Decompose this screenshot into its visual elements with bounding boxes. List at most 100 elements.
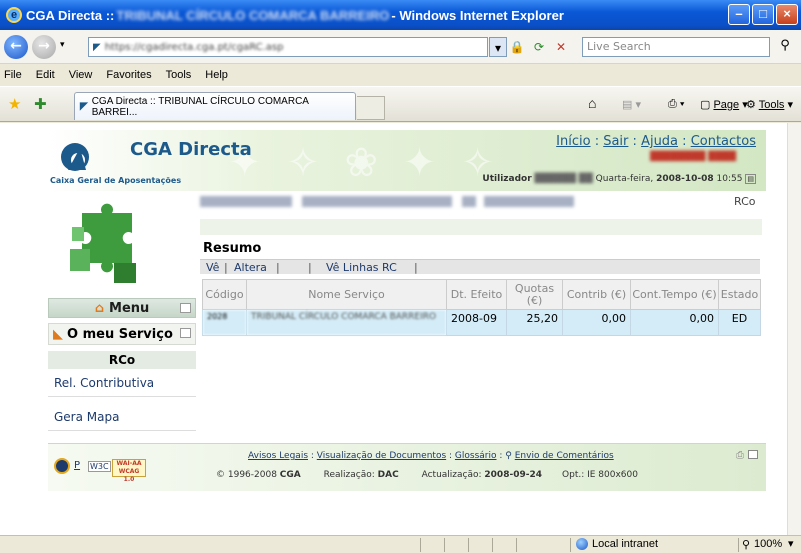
- tools-menu[interactable]: ⚙ Tools ▾: [746, 98, 793, 111]
- address-field[interactable]: ◤ https://cgadirecta.cga.pt/cgaRC.asp: [88, 37, 488, 57]
- browser-window: e CGA Directa :: TRIBUNAL CÍRCULO COMARC…: [0, 0, 801, 553]
- tab-label: CGA Directa :: TRIBUNAL CÍRCULO COMARCA …: [91, 95, 309, 118]
- sidebar-service-header[interactable]: ◣ O meu Serviço: [48, 323, 196, 345]
- title-bar: e CGA Directa :: TRIBUNAL CÍRCULO COMARC…: [0, 0, 801, 30]
- recent-pages-dropdown[interactable]: ▾: [60, 40, 65, 50]
- footer-link-comentarios[interactable]: Envio de Comentários: [515, 451, 614, 461]
- menu-file[interactable]: File: [4, 69, 22, 81]
- status-separator: [492, 538, 493, 552]
- ie-logo-icon: e: [6, 7, 22, 23]
- page-menu[interactable]: ▢ Page ▾: [700, 98, 748, 111]
- sidebar-menu-label: Menu: [109, 300, 150, 316]
- sidebar-menu-header[interactable]: ⌂ Menu: [48, 298, 196, 318]
- print-icon[interactable]: ⎙ ▾: [668, 98, 684, 111]
- col-dt-efeito: Dt. Efeito: [446, 279, 507, 310]
- home-small-icon: ⌂: [94, 300, 105, 316]
- favorites-star-icon[interactable]: ★: [8, 95, 21, 113]
- status-separator: [516, 538, 517, 552]
- vertical-scrollbar[interactable]: [787, 123, 801, 535]
- copyright-text: © 1996-2008: [216, 470, 280, 480]
- maximize-button[interactable]: □: [752, 4, 774, 25]
- minimize-button[interactable]: –: [728, 4, 750, 25]
- search-icon[interactable]: ⚲: [774, 37, 796, 57]
- link-inicio[interactable]: Início: [556, 134, 590, 149]
- new-tab-button[interactable]: [357, 96, 385, 120]
- table-header-row: Código Nome Serviço Dt. Efeito Quotas (€…: [202, 279, 761, 310]
- add-favorites-icon[interactable]: ✚: [34, 95, 47, 113]
- brand-name: CGA Directa: [130, 139, 252, 160]
- search-input[interactable]: Live Search: [582, 37, 770, 57]
- stop-icon[interactable]: ✕: [552, 37, 570, 57]
- tab-bar: ★ ✚ ◤ CGA Directa :: TRIBUNAL CÍRCULO CO…: [0, 86, 801, 122]
- realizacao-value: DAC: [377, 470, 399, 480]
- zoom-dropdown-icon[interactable]: ▾: [788, 537, 794, 550]
- brand-subtitle: Caixa Geral de Aposentações: [50, 176, 182, 185]
- menu-favorites[interactable]: Favorites: [106, 69, 151, 81]
- menu-view[interactable]: View: [69, 69, 93, 81]
- sidebar-item-gera-mapa[interactable]: Gera Mapa: [48, 403, 196, 431]
- address-dropdown[interactable]: ▾: [489, 37, 507, 57]
- window-title-prefix: CGA Directa ::: [26, 7, 115, 23]
- calendar-icon[interactable]: ▤: [745, 174, 756, 184]
- collapse-menu-icon[interactable]: [180, 303, 191, 313]
- action-ve[interactable]: Vê: [206, 261, 219, 274]
- footer-link-visualizacao[interactable]: Visualização de Documentos: [317, 451, 446, 461]
- accessibility-icon[interactable]: [54, 458, 70, 474]
- sidebar-item-rel-contributiva[interactable]: Rel. Contributiva: [48, 369, 196, 397]
- footer-meta: © 1996-2008 CGA Realização: DAC Actualiz…: [216, 470, 638, 480]
- address-toolbar: ← → ▾ ◤ https://cgadirecta.cga.pt/cgaRC.…: [0, 30, 801, 64]
- link-contactos[interactable]: Contactos: [691, 134, 756, 149]
- p-icon[interactable]: P: [74, 460, 80, 471]
- back-button[interactable]: ←: [4, 35, 28, 59]
- menu-edit[interactable]: Edit: [36, 69, 55, 81]
- realizacao-label: Realização:: [323, 470, 378, 480]
- user-id-blurred: ██████ ██: [534, 174, 593, 184]
- feeds-icon[interactable]: ▤ ▾: [622, 98, 641, 111]
- link-ajuda[interactable]: Ajuda: [641, 134, 678, 149]
- tab-current[interactable]: ◤ CGA Directa :: TRIBUNAL CÍRCULO COMARC…: [74, 92, 356, 120]
- tab-site-icon: ◤: [80, 101, 88, 112]
- table-row[interactable]: 2028 TRIBUNAL CÍRCULO COMARCA BARREIRO 2…: [202, 309, 761, 336]
- zone-label: Local intranet: [592, 538, 659, 550]
- info-strip: [200, 219, 762, 235]
- col-codigo: Código: [202, 279, 247, 310]
- footer-link-avisos[interactable]: Avisos Legais: [248, 451, 308, 461]
- refresh-icon[interactable]: ⟳: [530, 37, 548, 57]
- section-title: Resumo: [203, 241, 262, 256]
- zoom-level[interactable]: 100%: [754, 538, 782, 550]
- cell-codigo: 2028: [202, 309, 247, 336]
- status-separator: [468, 538, 469, 552]
- menu-tools[interactable]: Tools: [166, 69, 192, 81]
- print-page-icon[interactable]: ⎙: [736, 450, 744, 461]
- w3c-icon[interactable]: W3C: [88, 461, 111, 472]
- col-quotas: Quotas (€): [506, 279, 563, 310]
- menu-bar: File Edit View Favorites Tools Help: [0, 65, 801, 85]
- menu-help[interactable]: Help: [205, 69, 228, 81]
- forward-button[interactable]: →: [32, 35, 56, 59]
- link-sair[interactable]: Sair: [603, 134, 628, 149]
- status-separator: [420, 538, 421, 552]
- page-menu-label: Page: [713, 99, 740, 111]
- date-value: 2008-10-08: [656, 174, 714, 184]
- wai-aa-badge[interactable]: WAI-AA WCAG 1.0: [112, 459, 146, 483]
- close-button[interactable]: ×: [776, 4, 798, 25]
- action-bar: Vê | Altera | | Vê Linhas RC |: [200, 259, 760, 274]
- window-title-suffix: - Windows Internet Explorer: [391, 7, 564, 23]
- col-nome-servico: Nome Serviço: [246, 279, 447, 310]
- cell-nome: TRIBUNAL CÍRCULO COMARCA BARREIRO: [246, 309, 447, 336]
- site-footer: P W3C WAI-AA WCAG 1.0 Avisos Legais : Vi…: [48, 443, 766, 491]
- zoom-icon[interactable]: ⚲: [742, 538, 750, 551]
- footer-link-glossario[interactable]: Glossário: [455, 451, 497, 461]
- lock-icon[interactable]: 🔒: [508, 37, 526, 57]
- summary-table: Código Nome Serviço Dt. Efeito Quotas (€…: [202, 279, 761, 336]
- action-altera[interactable]: Altera: [234, 261, 267, 274]
- status-bar: Local intranet ⚲ 100% ▾: [0, 535, 801, 553]
- collapse-service-icon[interactable]: [180, 328, 191, 338]
- address-text: https://cgadirecta.cga.pt/cgaRC.asp: [104, 41, 284, 53]
- action-ve-linhas-rc[interactable]: Vê Linhas RC: [326, 261, 397, 274]
- home-icon[interactable]: ⌂: [588, 95, 596, 111]
- window-title-blurred: TRIBUNAL CÍRCULO COMARCA BARREIRO: [116, 7, 390, 23]
- opt-text: Opt.: IE 800x600: [562, 470, 638, 480]
- status-separator: [444, 538, 445, 552]
- footer-box-icon[interactable]: [748, 450, 758, 459]
